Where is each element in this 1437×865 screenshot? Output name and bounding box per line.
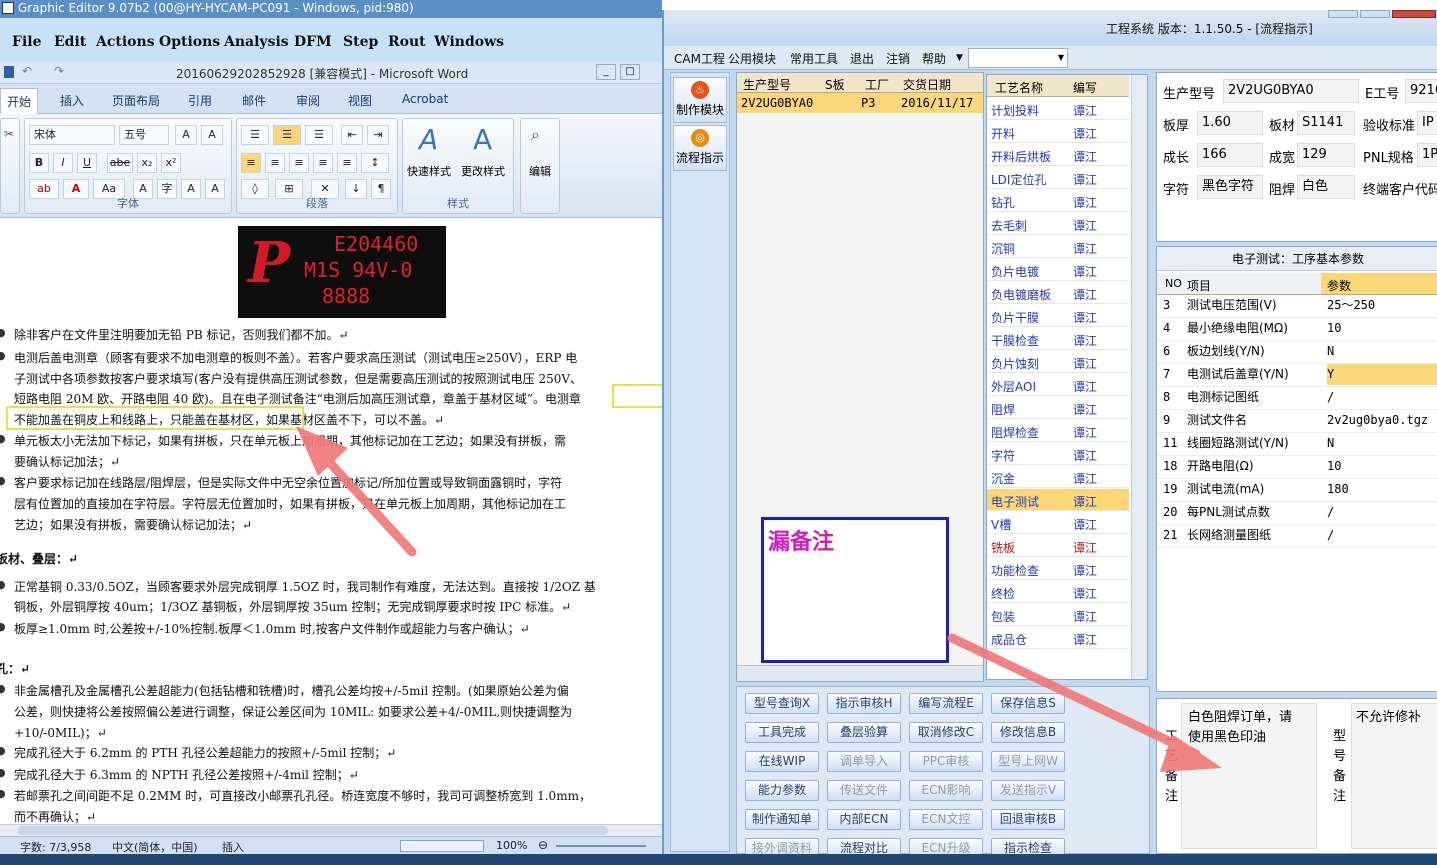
arrow-to-note	[947, 633, 1201, 759]
windows-taskbar	[0, 854, 1437, 865]
arrow-to-doc	[315, 447, 417, 557]
annotation-arrows	[296, 426, 1222, 772]
